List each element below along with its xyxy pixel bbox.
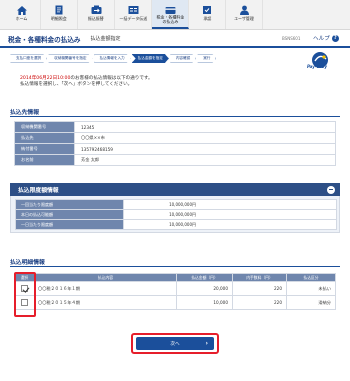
payee-info-table: 収納機関番号 12345 払込先 〇〇県××市 納付番号 135792468159 お…	[14, 121, 336, 166]
nav-item-approval[interactable]: 承認	[189, 0, 226, 29]
section-title-payments: 払込明細情報	[10, 260, 45, 266]
notice-line1: のお客様の払込情報は以下の通りです。	[70, 76, 153, 81]
step-amount: 払込金額を指定	[132, 54, 169, 63]
table-row: 一日当たり限度額 10,000,000円	[15, 219, 337, 230]
section-title-limits: 払込限度額情報	[18, 188, 59, 194]
table-row: 本日の払込可能額 10,000,000円	[15, 209, 337, 220]
nav-label: ホーム	[16, 17, 28, 22]
field-value: 芳金 太郎	[74, 154, 336, 166]
nav-item-bulk-transfer[interactable]: 一括データ伝送	[115, 0, 152, 29]
payment-kind: 滞納分	[286, 295, 336, 310]
help-link[interactable]: ヘルプ?	[313, 34, 339, 42]
field-label: 一日当たり限度額	[15, 219, 124, 230]
help-label: ヘルプ	[313, 36, 330, 42]
highlight-select-column	[14, 272, 36, 317]
nav-label: 振込振替	[88, 17, 104, 22]
step-select-account: 支払口座を選択	[10, 54, 47, 63]
field-label: 収納機関番号	[14, 121, 75, 133]
nav-item-transfer[interactable]: 振込振替	[78, 0, 115, 29]
collapse-icon[interactable]	[327, 185, 335, 194]
help-icon: ?	[331, 34, 339, 42]
table-row: 一回当たり限度額 10,000,000円	[15, 199, 337, 210]
field-value: 10,000,000円	[123, 199, 337, 210]
instruction-text: 2014年06月22日10:00のお客様の払込情報は以下の通りです。 払込情報を…	[20, 76, 153, 89]
payment-content: 〇〇税２０１５年４期	[34, 295, 177, 310]
tax-payment-icon	[165, 5, 176, 15]
page-subtitle: 払込金額指定	[90, 36, 121, 42]
table-row: 納付番号 135792468159	[14, 143, 336, 155]
column-header: 内手数料（円）	[232, 273, 287, 282]
next-button-label: 次へ	[170, 341, 180, 347]
payment-fee: 220	[232, 281, 287, 296]
section-divider	[10, 266, 340, 267]
nav-label: 税金・各種料金 の払込み	[156, 15, 184, 25]
nav-label: 一括データ伝送	[119, 17, 147, 22]
field-value: 〇〇県××市	[74, 132, 336, 144]
table-row: 収納機関番号 12345	[14, 121, 336, 133]
table-row: 〇〇税２０１５年４期 10,000 220 滞納分	[14, 295, 336, 310]
step-confirm: 内容確認	[170, 54, 196, 63]
notice-date: 2014年06月22日10:00	[20, 76, 71, 81]
payment-fee: 220	[232, 295, 287, 310]
page-title: 税金・各種料金の払込み	[8, 35, 81, 44]
home-icon	[17, 5, 28, 15]
limits-table: 一回当たり限度額 10,000,000円 本日の払込可能額 10,000,000円 …	[15, 199, 337, 230]
column-header: 払込金額（円）	[176, 273, 233, 282]
limits-accordion-header[interactable]: 払込限度額情報	[10, 183, 340, 196]
bulk-data-icon	[128, 5, 139, 15]
payment-kind: 未払い	[286, 281, 336, 296]
field-value: 10,000,000円	[123, 209, 337, 220]
field-label: 払込先	[14, 132, 75, 144]
step-indicator: 支払口座を選択 収納機関番号を指定 払込情報を入力 払込金額を指定 内容確認 実…	[10, 54, 217, 63]
title-bar: 税金・各種料金の払込み 払込金額指定 BSNS601 ヘルプ?	[0, 31, 350, 48]
payment-amount: 10,000	[176, 295, 233, 310]
section-title-payee: 払込先情報	[10, 110, 39, 116]
field-label: お名前	[14, 154, 75, 166]
nav-item-home[interactable]: ホーム	[4, 0, 41, 29]
nav-label: ユーザ管理	[234, 17, 254, 22]
field-label: 一回当たり限度額	[15, 199, 124, 210]
section-divider	[10, 116, 340, 117]
field-value: 12345	[74, 121, 336, 133]
nav-item-user-management[interactable]: ユーザ管理	[226, 0, 263, 29]
field-value: 10,000,000円	[123, 219, 337, 230]
step-institution-number: 収納機関番号を指定	[48, 54, 92, 63]
nav-label: 明細照会	[51, 17, 67, 22]
notice-line2: 払込情報を選択し、「次へ」ボタンを押してください。	[20, 82, 133, 88]
table-row: お名前 芳金 太郎	[14, 154, 336, 166]
field-label: 納付番号	[14, 143, 75, 155]
nav-label: 承認	[203, 17, 211, 22]
chevron-right-icon: ›	[205, 340, 208, 347]
table-header-row: 選択 払込内容 払込金額（円） 内手数料（円） 払込区分	[14, 273, 336, 282]
payment-amount: 20,000	[176, 281, 233, 296]
payment-content: 〇〇税２０１６年１期	[34, 281, 177, 296]
nav-item-tax-payment[interactable]: 税金・各種料金 の払込み	[152, 0, 189, 29]
field-value: 135792468159	[74, 143, 336, 155]
nav-item-statement[interactable]: 明細照会	[41, 0, 78, 29]
table-row: 払込先 〇〇県××市	[14, 132, 336, 144]
pay-easy-logo-text: Pay-easy	[307, 64, 327, 69]
document-icon	[54, 5, 65, 15]
transfer-icon	[91, 5, 102, 15]
user-icon	[239, 5, 250, 15]
column-header: 払込内容	[34, 273, 177, 282]
screen-id: BSNS601	[282, 36, 301, 41]
field-label: 本日の払込可能額	[15, 209, 124, 220]
table-row: 〇〇税２０１６年１期 20,000 220 未払い	[14, 281, 336, 296]
payments-table: 選択 払込内容 払込金額（円） 内手数料（円） 払込区分 〇〇税２０１６年１期 …	[14, 273, 336, 310]
column-header: 払込区分	[286, 273, 336, 282]
approval-icon	[202, 5, 213, 15]
top-nav: ホーム 明細照会 振込振替 一括データ伝送 税金・各種料金 の払込み 承認 ユー…	[0, 0, 350, 30]
next-button[interactable]: 次へ ›	[136, 337, 214, 350]
step-payment-info: 払込情報を入力	[94, 54, 131, 63]
step-execute: 実行	[197, 54, 216, 63]
